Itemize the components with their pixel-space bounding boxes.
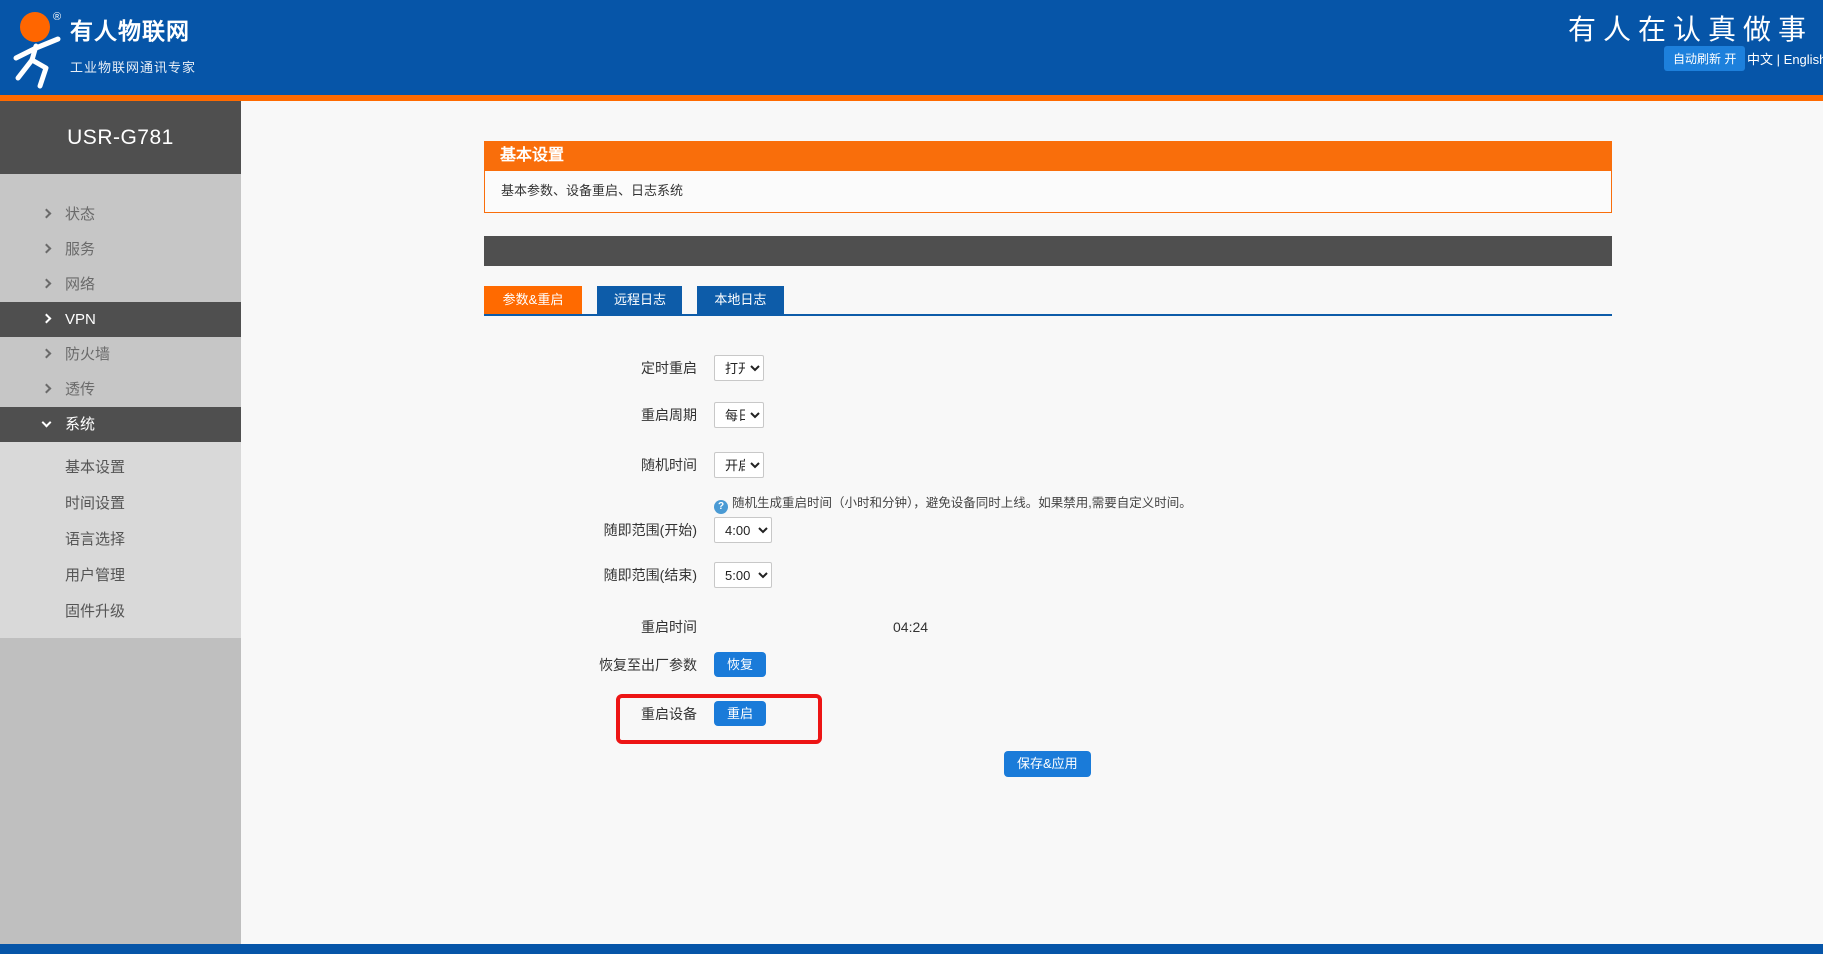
row-reboot-device: 重启设备 重启 — [241, 701, 1541, 727]
chevron-right-icon — [42, 314, 52, 324]
field-label: 随即范围(结束) — [241, 562, 697, 588]
save-apply-button[interactable]: 保存&应用 — [1004, 751, 1091, 777]
reboot-cycle-select[interactable]: 每日 — [714, 402, 764, 428]
random-range-start-select[interactable]: 4:00 — [714, 517, 772, 543]
scheduled-reboot-select[interactable]: 打开 — [714, 355, 764, 381]
sidebar-item-label: 服务 — [65, 241, 95, 258]
sidebar-item-passthrough[interactable]: 透传 — [0, 372, 241, 407]
tab-local-log[interactable]: 本地日志 — [697, 286, 784, 314]
sidebar-submenu-system: 基本设置 时间设置 语言选择 用户管理 固件升级 — [0, 442, 241, 638]
row-factory-restore: 恢复至出厂参数 恢复 — [241, 652, 1541, 678]
random-time-help: ? 随机生成重启时间（小时和分钟），避免设备同时上线。如果禁用,需要自定义时间。 — [714, 495, 1192, 514]
submenu-item-time-settings[interactable]: 时间设置 — [0, 486, 241, 522]
chevron-down-icon — [42, 417, 52, 427]
reboot-time-value: 04:24 — [893, 614, 928, 640]
chevron-right-icon — [42, 384, 52, 394]
brand-subtitle: 工业物联网通讯专家 — [70, 57, 196, 76]
section-divider-bar — [484, 236, 1612, 266]
row-scheduled-reboot: 定时重启 打开 — [241, 355, 1541, 381]
submenu-item-user-management[interactable]: 用户管理 — [0, 558, 241, 594]
panel-title: 基本设置 — [484, 141, 1612, 171]
lang-divider: | — [1777, 52, 1780, 67]
pusr-mascot-logo-icon: ® — [6, 6, 70, 90]
page: ® 有人物联网 工业物联网通讯专家 有人在认真做事 自动刷新 开 中文 | En… — [0, 0, 1823, 954]
chevron-right-icon — [42, 244, 52, 254]
random-range-end-select[interactable]: 5:00 — [714, 562, 772, 588]
help-question-icon: ? — [714, 500, 728, 514]
tab-bar: 参数&重启 远程日志 本地日志 — [484, 286, 1612, 316]
sidebar-item-network[interactable]: 网络 — [0, 267, 241, 302]
row-reboot-time: 重启时间 04:24 — [241, 614, 1541, 640]
field-label: 随机时间 — [241, 452, 697, 478]
sidebar-item-vpn[interactable]: VPN — [0, 302, 241, 337]
save-area: 保存&应用 — [1004, 751, 1091, 777]
footer-bar — [0, 944, 1823, 954]
sidebar-item-label: 网络 — [65, 276, 95, 293]
row-random-range-end: 随即范围(结束) 5:00 — [241, 562, 1541, 588]
row-reboot-cycle: 重启周期 每日 — [241, 402, 1541, 428]
sidebar-item-firewall[interactable]: 防火墙 — [0, 337, 241, 372]
help-text: 随机生成重启时间（小时和分钟），避免设备同时上线。如果禁用,需要自定义时间。 — [732, 496, 1192, 510]
chevron-right-icon — [42, 209, 52, 219]
panel-description: 基本参数、设备重启、日志系统 — [484, 171, 1612, 213]
svg-text:®: ® — [53, 11, 61, 23]
sidebar-item-label: 防火墙 — [65, 346, 110, 363]
tab-params-reboot[interactable]: 参数&重启 — [484, 286, 582, 314]
submenu-item-firmware-upgrade[interactable]: 固件升级 — [0, 594, 241, 630]
reboot-button[interactable]: 重启 — [714, 701, 766, 726]
sidebar-item-status[interactable]: 状态 — [0, 197, 241, 232]
top-header: ® 有人物联网 工业物联网通讯专家 有人在认真做事 自动刷新 开 中文 | En… — [0, 0, 1823, 95]
sidebar-item-label: 状态 — [65, 206, 95, 223]
field-label: 随即范围(开始) — [241, 517, 697, 543]
main-content: 基本设置 基本参数、设备重启、日志系统 参数&重启 远程日志 本地日志 定时重启… — [241, 101, 1823, 944]
sidebar-item-services[interactable]: 服务 — [0, 232, 241, 267]
restore-button[interactable]: 恢复 — [714, 652, 766, 677]
random-time-select[interactable]: 开启 — [714, 452, 764, 478]
auto-refresh-toggle[interactable]: 自动刷新 开 — [1664, 46, 1745, 71]
header-slogan: 有人在认真做事 — [1568, 8, 1813, 48]
lang-zh-link[interactable]: 中文 — [1747, 52, 1773, 67]
field-label: 重启周期 — [241, 402, 697, 428]
chevron-right-icon — [42, 279, 52, 289]
chevron-right-icon — [42, 349, 52, 359]
sidebar-menu: 状态 服务 网络 VPN 防火墙 透传 系统 — [0, 174, 241, 442]
brand-title: 有人物联网 — [70, 12, 196, 46]
sidebar-item-label: VPN — [65, 311, 96, 328]
sidebar-item-label: 透传 — [65, 381, 95, 398]
submenu-item-language[interactable]: 语言选择 — [0, 522, 241, 558]
tab-remote-log[interactable]: 远程日志 — [597, 286, 682, 314]
brand-block: 有人物联网 工业物联网通讯专家 — [70, 12, 196, 76]
row-random-range-start: 随即范围(开始) 4:00 — [241, 517, 1541, 543]
submenu-item-basic-settings[interactable]: 基本设置 — [0, 450, 241, 486]
device-model-title: USR-G781 — [0, 101, 241, 174]
field-label: 重启设备 — [241, 701, 697, 727]
sidebar-item-system[interactable]: 系统 — [0, 407, 241, 442]
lang-en-link[interactable]: English — [1784, 52, 1823, 67]
row-random-time: 随机时间 开启 — [241, 452, 1541, 478]
field-label: 重启时间 — [241, 614, 697, 640]
language-switch: 中文 | English — [1747, 49, 1823, 68]
field-label: 定时重启 — [241, 355, 697, 381]
sidebar: USR-G781 状态 服务 网络 VPN 防火墙 透传 系统 基本设置 时间设… — [0, 101, 241, 944]
field-label: 恢复至出厂参数 — [241, 652, 697, 678]
sidebar-item-label: 系统 — [65, 416, 95, 433]
